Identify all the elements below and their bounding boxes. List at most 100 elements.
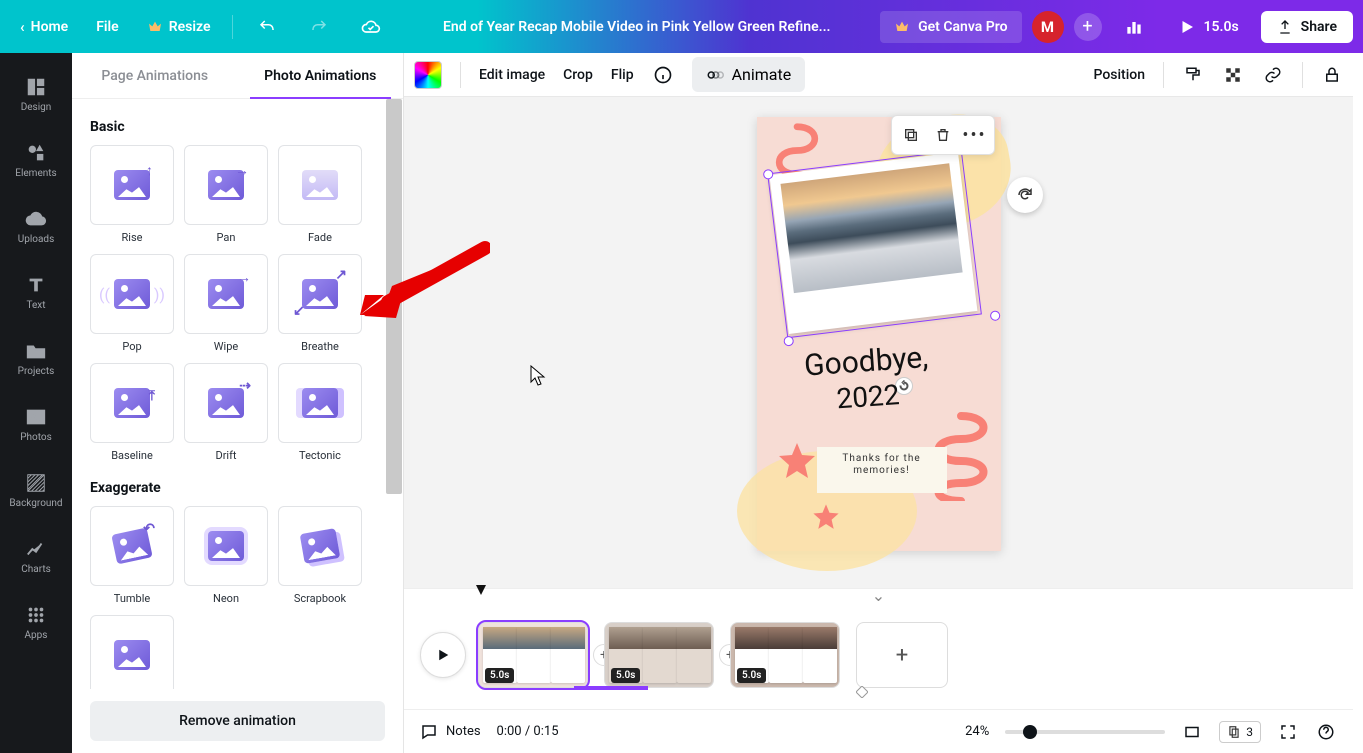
rail-photos[interactable]: Photos bbox=[0, 391, 72, 457]
anim-drift[interactable]: ⇢ bbox=[184, 363, 268, 443]
transparency-button[interactable] bbox=[1222, 64, 1244, 86]
help-button[interactable] bbox=[1315, 721, 1337, 743]
play-icon bbox=[1178, 18, 1196, 36]
chevron-left-icon: ‹ bbox=[20, 18, 25, 36]
timeline-range-handle[interactable] bbox=[856, 683, 868, 695]
tab-photo-animations[interactable]: Photo Animations bbox=[238, 53, 404, 98]
section-exaggerate: Exaggerate bbox=[90, 480, 385, 496]
arrow-right-icon: → bbox=[235, 162, 249, 179]
delete-button[interactable] bbox=[928, 120, 958, 150]
info-button[interactable] bbox=[652, 64, 674, 86]
anim-baseline[interactable]: ⤒ bbox=[90, 363, 174, 443]
more-button[interactable]: ••• bbox=[960, 120, 990, 150]
anim-fade[interactable] bbox=[278, 145, 362, 225]
duplicate-icon bbox=[903, 127, 919, 143]
zoom-slider[interactable] bbox=[1005, 730, 1165, 734]
timeline-clip-3[interactable]: 5.0s bbox=[730, 622, 840, 688]
anim-breathe[interactable]: ↙↗ bbox=[278, 254, 362, 334]
animations-scroll[interactable]: Basic ↑Rise →Pan Fade (())Pop →Wipe ↙↗Br… bbox=[72, 99, 403, 689]
animate-button[interactable]: Animate bbox=[692, 57, 806, 92]
timeline-collapse[interactable]: ⌄ bbox=[404, 588, 1353, 602]
avatar[interactable]: M bbox=[1032, 11, 1064, 43]
anim-wipe[interactable]: → bbox=[184, 254, 268, 334]
crop-button[interactable]: Crop bbox=[563, 67, 593, 83]
rail-design[interactable]: Design bbox=[0, 61, 72, 127]
home-button[interactable]: ‹ Home bbox=[10, 12, 78, 42]
anim-tumble[interactable]: ↶ bbox=[90, 506, 174, 586]
anim-pan[interactable]: → bbox=[184, 145, 268, 225]
add-member-button[interactable]: + bbox=[1074, 13, 1102, 41]
copy-style-button[interactable] bbox=[1182, 64, 1204, 86]
anim-pop[interactable]: (()) bbox=[90, 254, 174, 334]
playhead[interactable] bbox=[474, 582, 484, 592]
note-text[interactable]: Thanks for the memories! bbox=[817, 447, 947, 493]
refresh-icon bbox=[1016, 186, 1034, 204]
fit-view-button[interactable] bbox=[1181, 721, 1203, 743]
preview-button[interactable]: 15.0s bbox=[1166, 18, 1251, 36]
file-menu[interactable]: File bbox=[86, 13, 129, 41]
share-button[interactable]: Share bbox=[1261, 11, 1353, 43]
add-page-button[interactable]: + bbox=[856, 622, 948, 688]
arrow-up-bar-icon: ⤒ bbox=[149, 388, 155, 404]
page-indicator[interactable]: 3 bbox=[1219, 721, 1261, 743]
timeline-play-button[interactable] bbox=[420, 632, 466, 678]
edit-image-button[interactable]: Edit image bbox=[479, 67, 545, 83]
anim-rise[interactable]: ↑ bbox=[90, 145, 174, 225]
rotate-icon: ↶ bbox=[143, 521, 155, 537]
rail-uploads[interactable]: Uploads bbox=[0, 193, 72, 259]
resize-handle-bl[interactable] bbox=[783, 336, 794, 347]
resize-button[interactable]: Resize bbox=[137, 13, 221, 41]
image-icon bbox=[25, 406, 47, 428]
duplicate-button[interactable] bbox=[896, 120, 926, 150]
timeline-range[interactable] bbox=[574, 686, 648, 690]
insights-button[interactable] bbox=[1112, 5, 1156, 49]
animation-tabs: Page Animations Photo Animations bbox=[72, 53, 403, 99]
redo-button[interactable] bbox=[297, 5, 341, 49]
timeline-clip-1[interactable]: 5.0s bbox=[478, 622, 588, 688]
zoom-slider-thumb[interactable] bbox=[1023, 725, 1037, 739]
undo-icon bbox=[258, 18, 276, 36]
resize-handle-br[interactable] bbox=[989, 310, 1000, 321]
upload-icon bbox=[1277, 19, 1293, 35]
cloud-sync-button[interactable] bbox=[349, 5, 393, 49]
anim-tectonic[interactable] bbox=[278, 363, 362, 443]
rail-charts[interactable]: Charts bbox=[0, 523, 72, 589]
divider bbox=[1163, 62, 1164, 88]
rail-elements[interactable]: Elements bbox=[0, 127, 72, 193]
timeline-clip-2[interactable]: 5.0s bbox=[604, 622, 714, 688]
document-title[interactable]: End of Year Recap Mobile Video in Pink Y… bbox=[403, 19, 870, 35]
anim-extra[interactable] bbox=[90, 615, 174, 689]
notes-icon bbox=[420, 723, 438, 741]
regenerate-button[interactable] bbox=[1007, 177, 1043, 213]
flip-button[interactable]: Flip bbox=[611, 67, 634, 83]
rail-apps[interactable]: Apps bbox=[0, 589, 72, 655]
selected-photo-element[interactable] bbox=[759, 151, 988, 345]
color-picker-button[interactable] bbox=[414, 61, 442, 89]
canvas-area[interactable]: Goodbye, 2022 Thanks for the memories! •… bbox=[404, 97, 1353, 593]
remove-animation-button[interactable]: Remove animation bbox=[90, 701, 385, 741]
tab-page-animations[interactable]: Page Animations bbox=[72, 53, 238, 98]
rail-background[interactable]: Background bbox=[0, 457, 72, 523]
undo-button[interactable] bbox=[245, 5, 289, 49]
context-toolbar: Edit image Crop Flip Animate Position bbox=[404, 53, 1353, 97]
cloud-upload-icon bbox=[25, 208, 47, 230]
anim-scrapbook[interactable] bbox=[278, 506, 362, 586]
cloud-check-icon bbox=[361, 17, 381, 37]
element-floating-toolbar: ••• bbox=[891, 115, 995, 155]
lock-button[interactable] bbox=[1321, 64, 1343, 86]
star-decor bbox=[777, 441, 817, 481]
position-button[interactable]: Position bbox=[1093, 67, 1145, 83]
rail-text[interactable]: Text bbox=[0, 259, 72, 325]
play-icon bbox=[434, 646, 452, 664]
shapes-icon bbox=[25, 142, 47, 164]
arrow-right-icon: → bbox=[237, 269, 251, 286]
rail-projects[interactable]: Projects bbox=[0, 325, 72, 391]
get-pro-button[interactable]: Get Canva Pro bbox=[880, 11, 1021, 43]
fullscreen-button[interactable] bbox=[1277, 721, 1299, 743]
anim-neon[interactable] bbox=[184, 506, 268, 586]
arrow-diag-out-icon: ↗ bbox=[335, 267, 347, 283]
headline-text[interactable]: Goodbye, 2022 bbox=[803, 341, 966, 406]
canvas-page[interactable]: Goodbye, 2022 Thanks for the memories! bbox=[757, 117, 1001, 551]
link-button[interactable] bbox=[1262, 64, 1284, 86]
notes-button[interactable]: Notes bbox=[420, 723, 481, 741]
